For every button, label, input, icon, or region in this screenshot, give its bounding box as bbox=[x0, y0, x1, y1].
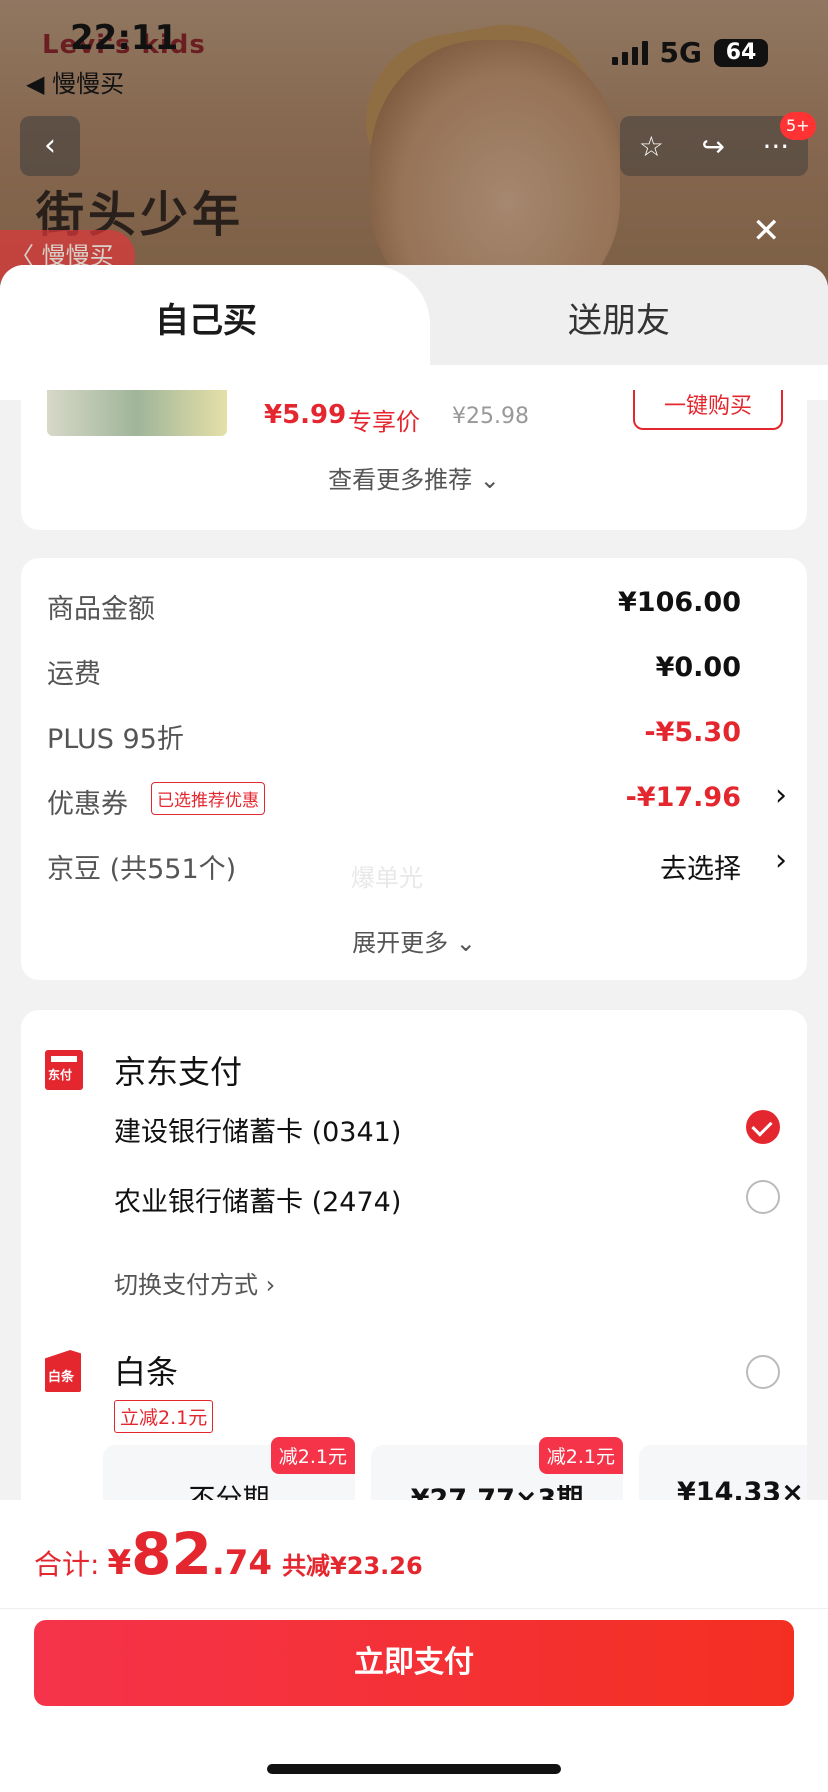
back-to-app[interactable]: ◀ 慢慢买 bbox=[26, 64, 124, 99]
footer-divider bbox=[0, 1608, 828, 1609]
buy-mode-tabs: 自己买 送朋友 bbox=[0, 265, 828, 400]
tab-send-friend[interactable]: 送朋友 bbox=[568, 293, 670, 342]
summary-label: 商品金额 bbox=[47, 594, 155, 625]
plan-discount-badge: 减2.1元 bbox=[538, 1437, 623, 1474]
recommend-card: ¥5.99 专享价 ¥25.98 一键购买 查看更多推荐 ⌄ bbox=[21, 390, 807, 530]
back-icon[interactable]: ‹ bbox=[20, 116, 80, 176]
chevron-right-icon: › bbox=[775, 778, 787, 813]
chevron-down-icon: ⌄ bbox=[479, 466, 500, 494]
checkout-footer: 合计: ¥ 82 .74 共减¥23.26 立即支付 bbox=[0, 1500, 828, 1792]
message-badge: 5+ bbox=[780, 112, 816, 140]
share-icon[interactable]: ↪ bbox=[701, 130, 724, 163]
view-more-label: 查看更多推荐 bbox=[328, 466, 473, 494]
recommend-thumbnail[interactable] bbox=[47, 390, 227, 436]
radio-unselected[interactable] bbox=[746, 1180, 780, 1214]
recommend-original-price: ¥25.98 bbox=[452, 404, 529, 429]
close-icon[interactable]: ✕ bbox=[752, 214, 781, 248]
summary-value: ¥106.00 bbox=[618, 587, 741, 618]
baitiao-title[interactable]: 白条 bbox=[114, 1347, 178, 1393]
summary-label: 优惠券 bbox=[47, 789, 128, 820]
star-icon[interactable]: ☆ bbox=[639, 130, 664, 163]
total-decimal: .74 bbox=[211, 1543, 273, 1583]
summary-row-shipping: 运费 ¥0.00 bbox=[47, 648, 787, 690]
network-label: 5G bbox=[659, 36, 702, 69]
tab-self-buy-label: 自己买 bbox=[155, 301, 257, 341]
status-bar: 22:11 ◀ 慢慢买 5G 64 bbox=[0, 0, 828, 100]
chevron-right-icon: › bbox=[775, 843, 787, 878]
recommend-price-tag: 专享价 bbox=[348, 408, 420, 436]
status-right: 5G 64 bbox=[611, 36, 768, 69]
bank-card-option[interactable]: 农业银行储蓄卡 (2474) bbox=[114, 1180, 401, 1219]
jd-pay-title: 京东支付 bbox=[114, 1053, 243, 1091]
recommend-price: ¥5.99 bbox=[264, 400, 347, 430]
radio-selected[interactable] bbox=[746, 1110, 780, 1144]
total-amount: 合计: ¥ 82 .74 共减¥23.26 bbox=[34, 1520, 423, 1588]
jd-pay-icon: 东付 bbox=[45, 1050, 83, 1090]
coupon-tag: 已选推荐优惠 bbox=[151, 782, 265, 815]
radio-unselected[interactable] bbox=[746, 1355, 780, 1389]
total-label: 合计: bbox=[34, 1548, 100, 1581]
total-integer: 82 bbox=[131, 1520, 212, 1588]
total-saved: 共减¥23.26 bbox=[282, 1552, 423, 1580]
summary-label: PLUS 95折 bbox=[47, 724, 184, 755]
summary-label: 京豆 (共551个) bbox=[47, 854, 237, 885]
summary-value: 去选择 bbox=[660, 854, 741, 885]
summary-value: -¥5.30 bbox=[644, 717, 741, 748]
summary-row-coupon[interactable]: 优惠券 已选推荐优惠 -¥17.96 › bbox=[47, 778, 787, 820]
one-click-buy-button[interactable]: 一键购买 bbox=[633, 390, 783, 430]
pay-now-button[interactable]: 立即支付 bbox=[34, 1620, 794, 1706]
switch-payment-method[interactable]: 切换支付方式 › bbox=[114, 1265, 275, 1300]
summary-row-plus: PLUS 95折 -¥5.30 bbox=[47, 713, 787, 755]
status-time: 22:11 bbox=[70, 18, 179, 58]
signal-icon bbox=[611, 40, 648, 65]
plan-discount-badge: 减2.1元 bbox=[270, 1437, 355, 1474]
baitiao-discount-tag: 立减2.1元 bbox=[114, 1400, 214, 1433]
price-summary-card: 商品金额 ¥106.00 运费 ¥0.00 PLUS 95折 -¥5.30 优惠… bbox=[21, 558, 807, 980]
home-indicator[interactable] bbox=[267, 1764, 561, 1774]
total-currency: ¥ bbox=[107, 1543, 132, 1583]
battery-icon: 64 bbox=[714, 38, 768, 67]
bank-card-option[interactable]: 建设银行储蓄卡 (0341) bbox=[114, 1110, 401, 1149]
chevron-down-icon: ⌄ bbox=[455, 929, 476, 957]
summary-value: ¥0.00 bbox=[655, 652, 741, 683]
expand-more[interactable]: 展开更多 ⌄ bbox=[21, 923, 807, 958]
watermark: 爆单光 bbox=[351, 864, 423, 892]
summary-value: -¥17.96 bbox=[625, 782, 741, 813]
baitiao-icon: 白条 bbox=[45, 1350, 81, 1392]
summary-row-goods: 商品金额 ¥106.00 bbox=[47, 583, 787, 625]
view-more-recommend[interactable]: 查看更多推荐 ⌄ bbox=[21, 460, 807, 495]
summary-label: 运费 bbox=[47, 659, 101, 690]
expand-more-label: 展开更多 bbox=[352, 929, 449, 957]
tab-self-buy[interactable]: 自己买 bbox=[0, 265, 430, 400]
